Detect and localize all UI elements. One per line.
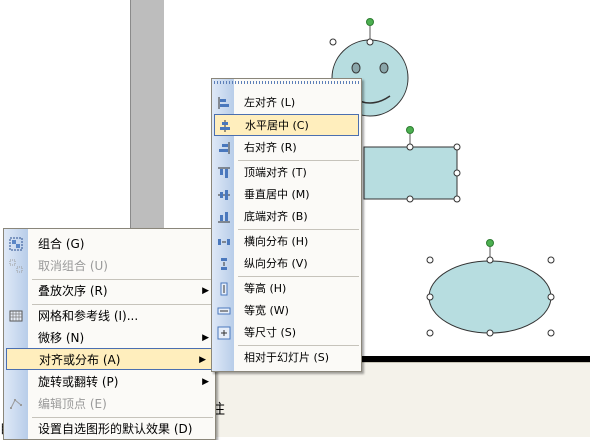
menu-item-label: 微移 (N) xyxy=(38,331,85,345)
ungroup-icon xyxy=(9,259,23,273)
submenu-item-label: 右对齐 (R) xyxy=(244,141,297,154)
submenu-item-label: 垂直居中 (M) xyxy=(244,188,310,201)
submenu-item-label: 左对齐 (L) xyxy=(244,96,296,109)
align-top-icon xyxy=(218,167,230,178)
same-width-icon xyxy=(217,307,231,315)
menu-item-order[interactable]: 叠放次序 (R) ▶ xyxy=(4,280,215,302)
same-height-icon xyxy=(220,282,228,296)
align-center-icon xyxy=(220,120,230,132)
menu-item-label: 叠放次序 (R) xyxy=(38,284,108,298)
menu-item-label: 设置自选图形的默认效果 (D) xyxy=(38,422,193,436)
menu-item-edit-points[interactable]: 编辑顶点 (E) xyxy=(4,393,215,415)
submenu-arrow-icon: ▶ xyxy=(202,333,209,343)
submenu-item-label: 等高 (H) xyxy=(244,282,287,295)
menu-separator xyxy=(238,229,359,230)
submenu-item-align-center[interactable]: 水平居中 (C) xyxy=(214,114,359,136)
submenu-item-same-height[interactable]: 等高 (H) xyxy=(212,278,361,300)
align-left-icon xyxy=(218,97,229,109)
submenu-item-align-bottom[interactable]: 底端对齐 (B) xyxy=(212,206,361,228)
edit-points-icon xyxy=(10,399,22,409)
menu-item-set-default-effect[interactable]: 设置自选图形的默认效果 (D) xyxy=(4,418,215,440)
submenu-drag-grip[interactable] xyxy=(214,81,359,84)
menu-item-align-distribute[interactable]: 对齐或分布 (A) ▶ xyxy=(6,348,213,370)
menu-item-label: 组合 (G) xyxy=(38,237,85,251)
submenu-item-relative-to-slide[interactable]: 相对于幻灯片 (S) xyxy=(212,347,361,369)
menu-separator xyxy=(238,276,359,277)
grid-icon xyxy=(9,310,23,322)
menu-separator xyxy=(238,160,359,161)
align-middle-icon xyxy=(218,190,230,200)
submenu-item-label: 底端对齐 (B) xyxy=(244,210,308,223)
same-size-icon xyxy=(217,326,231,340)
submenu-item-label: 相对于幻灯片 (S) xyxy=(244,351,330,364)
submenu-item-align-left[interactable]: 左对齐 (L) xyxy=(212,92,361,114)
submenu-item-label: 顶端对齐 (T) xyxy=(244,166,307,179)
submenu-item-same-size[interactable]: 等尺寸 (S) xyxy=(212,322,361,344)
submenu-item-align-top[interactable]: 顶端对齐 (T) xyxy=(212,162,361,184)
distribute-horizontal-icon xyxy=(218,239,230,245)
submenu-item-align-right[interactable]: 右对齐 (R) xyxy=(212,137,361,159)
submenu-arrow-icon: ▶ xyxy=(202,377,209,387)
submenu-item-label: 等尺寸 (S) xyxy=(244,326,297,339)
menu-separator xyxy=(238,345,359,346)
submenu-arrow-icon: ▶ xyxy=(202,286,209,296)
submenu-item-label: 水平居中 (C) xyxy=(245,119,309,132)
menu-item-label: 旋转或翻转 (P) xyxy=(38,375,119,389)
menu-item-rotate-flip[interactable]: 旋转或翻转 (P) ▶ xyxy=(4,371,215,393)
submenu-item-label: 纵向分布 (V) xyxy=(244,257,308,270)
menu-item-nudge[interactable]: 微移 (N) ▶ xyxy=(4,327,215,349)
menu-item-group[interactable]: 组合 (G) xyxy=(4,233,215,255)
submenu-item-distribute-horizontal[interactable]: 横向分布 (H) xyxy=(212,231,361,253)
rectangle-shape[interactable] xyxy=(363,126,461,203)
ellipse-shape[interactable] xyxy=(426,239,555,337)
menu-item-ungroup[interactable]: 取消组合 (U) xyxy=(4,255,215,277)
menu-item-label: 对齐或分布 (A) xyxy=(39,353,121,367)
align-distribute-submenu: 左对齐 (L) 水平居中 (C) 右对齐 (R) 顶端对齐 (T) 垂直居中 (… xyxy=(211,78,362,372)
submenu-item-same-width[interactable]: 等宽 (W) xyxy=(212,300,361,322)
menu-item-grid[interactable]: 网格和参考线 (I)... xyxy=(4,305,215,327)
distribute-vertical-icon xyxy=(221,258,227,270)
submenu-item-label: 横向分布 (H) xyxy=(244,235,309,248)
align-right-icon xyxy=(219,142,230,154)
group-icon xyxy=(9,237,23,251)
submenu-item-distribute-vertical[interactable]: 纵向分布 (V) xyxy=(212,253,361,275)
menu-item-label: 网格和参考线 (I)... xyxy=(38,309,139,323)
context-menu: 组合 (G) 取消组合 (U) 叠放次序 (R) ▶ 网格和参考线 (I)...… xyxy=(3,228,216,440)
submenu-arrow-icon: ▶ xyxy=(199,355,206,365)
menu-item-label: 取消组合 (U) xyxy=(38,259,108,273)
menu-item-label: 编辑顶点 (E) xyxy=(38,397,107,411)
align-bottom-icon xyxy=(218,212,230,223)
submenu-item-label: 等宽 (W) xyxy=(244,304,289,317)
submenu-item-align-middle[interactable]: 垂直居中 (M) xyxy=(212,184,361,206)
